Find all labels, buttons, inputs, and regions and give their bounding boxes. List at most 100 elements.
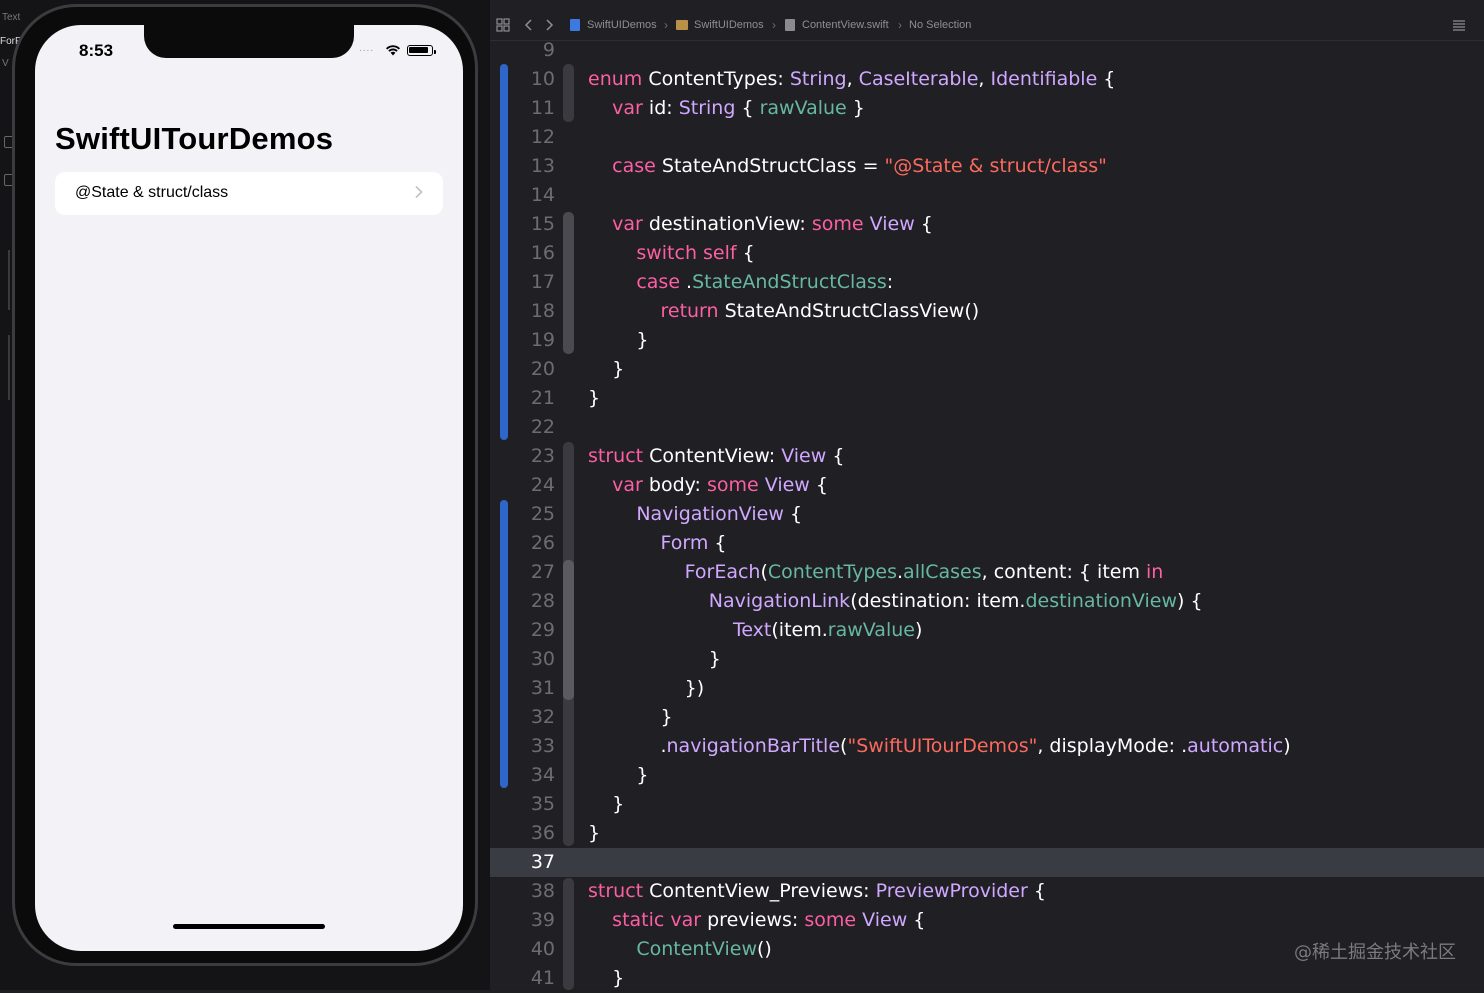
navigation-title: SwiftUITourDemos bbox=[55, 121, 334, 156]
breadcrumb-selection[interactable]: No Selection bbox=[909, 19, 971, 31]
strip-divider bbox=[8, 250, 10, 310]
code-token: var bbox=[612, 213, 649, 235]
list-item-state-struct-class[interactable]: @State & struct/class bbox=[55, 172, 443, 215]
line-number: 27 bbox=[530, 561, 555, 583]
code-line[interactable]: 26 Form { bbox=[490, 529, 1484, 558]
code-text: }) bbox=[588, 674, 705, 703]
forward-arrow-icon[interactable] bbox=[542, 18, 556, 32]
code-text: } bbox=[588, 703, 673, 732]
code-line[interactable]: 11 var id: String { rawValue } bbox=[490, 94, 1484, 123]
code-text: } bbox=[588, 790, 624, 819]
iphone-preview: 8:53 .... SwiftUITourDemos @State & stru… bbox=[12, 4, 478, 966]
code-line[interactable]: 36} bbox=[490, 819, 1484, 848]
strip-divider bbox=[8, 335, 10, 400]
code-token: case bbox=[636, 271, 687, 293]
code-line[interactable]: 9 bbox=[490, 36, 1484, 65]
code-token: ContentTypes: bbox=[648, 68, 790, 90]
code-token: } bbox=[588, 648, 721, 670]
code-line[interactable]: 38 struct ContentView_Previews: PreviewPr… bbox=[490, 877, 1484, 906]
code-line[interactable]: 12 bbox=[490, 123, 1484, 152]
code-token: "@State & struct/class" bbox=[884, 155, 1107, 177]
code-line[interactable]: 28 NavigationLink(destination: item.dest… bbox=[490, 587, 1484, 616]
code-token: switch self bbox=[636, 242, 737, 264]
code-line[interactable]: 37 bbox=[490, 848, 1484, 877]
code-token: } bbox=[588, 329, 649, 351]
breadcrumb-file[interactable]: ContentView.swift bbox=[802, 19, 889, 31]
code-line[interactable]: 30 } bbox=[490, 645, 1484, 674]
code-line[interactable]: 25 NavigationView { bbox=[490, 500, 1484, 529]
code-token: enum bbox=[588, 68, 649, 90]
line-number: 17 bbox=[530, 271, 555, 293]
code-token: { bbox=[708, 532, 727, 554]
code-token: } bbox=[588, 706, 673, 728]
code-line[interactable]: 29 Text(item.rawValue) bbox=[490, 616, 1484, 645]
line-number: 31 bbox=[530, 677, 555, 699]
breadcrumb-group[interactable]: SwiftUIDemos bbox=[694, 19, 764, 31]
code-text: } bbox=[588, 964, 624, 993]
code-token: ) bbox=[1283, 735, 1291, 757]
code-text: var destinationView: some View { bbox=[588, 210, 933, 239]
line-number: 38 bbox=[530, 880, 555, 902]
code-token: } bbox=[588, 793, 625, 815]
code-line[interactable]: 21} bbox=[490, 384, 1484, 413]
editor-options-icon[interactable] bbox=[1452, 18, 1466, 32]
code-token: ( bbox=[760, 561, 768, 583]
code-line[interactable]: 15 var destinationView: some View { bbox=[490, 210, 1484, 239]
code-line[interactable]: 18 return StateAndStructClassView() bbox=[490, 297, 1484, 326]
code-token: , displayMode: . bbox=[1037, 735, 1188, 757]
code-token: automatic bbox=[1187, 735, 1284, 757]
line-number: 36 bbox=[530, 822, 555, 844]
code-line[interactable]: 13 case StateAndStructClass = "@State & … bbox=[490, 152, 1484, 181]
code-line[interactable]: 22 bbox=[490, 413, 1484, 442]
line-number: 20 bbox=[530, 358, 555, 380]
line-number: 30 bbox=[530, 648, 555, 670]
code-token: (item. bbox=[771, 619, 828, 641]
code-token: in bbox=[1146, 561, 1164, 583]
code-line[interactable]: 10 enum ContentTypes: String, CaseIterabl… bbox=[490, 65, 1484, 94]
code-text: } bbox=[588, 819, 600, 848]
code-line[interactable]: 16 switch self { bbox=[490, 239, 1484, 268]
watermark: @稀土掘金技术社区 bbox=[1294, 942, 1456, 963]
code-text: Form { bbox=[588, 529, 727, 558]
code-line[interactable]: 24 var body: some View { bbox=[490, 471, 1484, 500]
code-text: struct ContentView_Previews: PreviewProv… bbox=[588, 877, 1046, 906]
code-line[interactable]: 23 struct ContentView: View { bbox=[490, 442, 1484, 471]
code-token: Form bbox=[660, 532, 709, 554]
code-line[interactable]: 41 } bbox=[490, 964, 1484, 993]
code-line[interactable]: 14 bbox=[490, 181, 1484, 210]
code-text: case .StateAndStructClass: bbox=[588, 268, 893, 297]
code-text: ContentView() bbox=[588, 935, 771, 964]
code-line[interactable]: 31 }) bbox=[490, 674, 1484, 703]
code-line[interactable]: 39 static var previews: some View { bbox=[490, 906, 1484, 935]
strip-text-label: Text bbox=[2, 12, 21, 23]
code-token: { bbox=[826, 445, 845, 467]
code-text: } bbox=[588, 645, 721, 674]
line-number: 9 bbox=[542, 39, 555, 61]
back-arrow-icon[interactable] bbox=[522, 18, 536, 32]
code-text: static var previews: some View { bbox=[588, 906, 925, 935]
code-editor[interactable]: SwiftUIDemos › SwiftUIDemos › ContentVie… bbox=[490, 0, 1484, 990]
code-token: StateAndStructClass = bbox=[661, 155, 885, 177]
code-token: { bbox=[736, 242, 755, 264]
code-token: { bbox=[809, 474, 828, 496]
code-line[interactable]: 17 case .StateAndStructClass: bbox=[490, 268, 1484, 297]
code-text: return StateAndStructClassView() bbox=[588, 297, 979, 326]
breadcrumb-project[interactable]: SwiftUIDemos bbox=[587, 19, 657, 31]
code-token: destinationView bbox=[1025, 590, 1178, 612]
code-line[interactable]: 33 .navigationBarTitle("SwiftUITourDemos… bbox=[490, 732, 1484, 761]
code-token: "SwiftUITourDemos" bbox=[847, 735, 1038, 757]
code-line[interactable]: 32 } bbox=[490, 703, 1484, 732]
line-number: 22 bbox=[530, 416, 555, 438]
code-line[interactable]: 19 } bbox=[490, 326, 1484, 355]
code-line[interactable]: 34 } bbox=[490, 761, 1484, 790]
code-token: struct bbox=[588, 880, 650, 902]
code-line[interactable]: 20 } bbox=[490, 355, 1484, 384]
code-token: } bbox=[588, 387, 601, 409]
line-number: 35 bbox=[530, 793, 555, 815]
code-line[interactable]: 35 } bbox=[490, 790, 1484, 819]
code-line[interactable]: 27 ForEach(ContentTypes.allCases, conten… bbox=[490, 558, 1484, 587]
related-items-icon[interactable] bbox=[496, 18, 510, 32]
line-number: 40 bbox=[530, 938, 555, 960]
